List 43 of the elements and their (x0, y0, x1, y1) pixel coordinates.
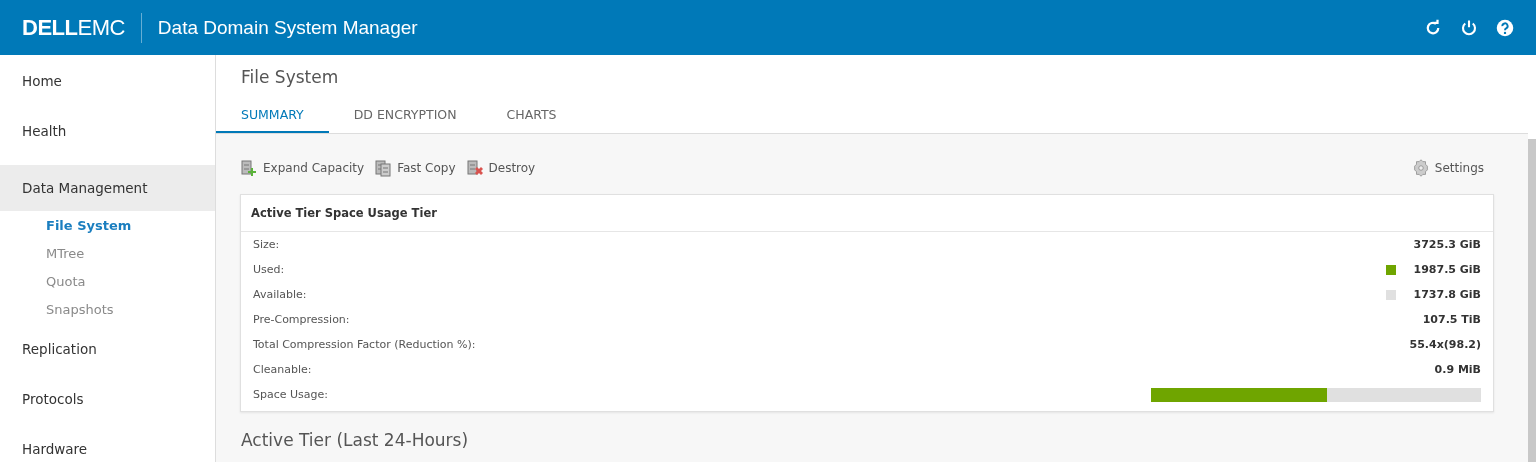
field-label: Space Usage: (253, 388, 329, 401)
page-title: File System (240, 66, 340, 89)
app-title: Data Domain System Manager (157, 16, 419, 39)
field-value: 0.9 MiB (1434, 363, 1481, 376)
refresh-button[interactable] (1424, 18, 1442, 37)
field-value: 107.5 TiB (1422, 313, 1481, 326)
sidebar-subitem[interactable]: MTree (0, 239, 215, 267)
server-plus-icon (240, 159, 258, 177)
toolbar-button[interactable]: Fast Copy (374, 159, 456, 177)
tab[interactable]: SUMMARY (216, 97, 329, 133)
settings-icon (1411, 159, 1430, 177)
tab[interactable]: DD ENCRYPTION (328, 97, 482, 133)
field-label: Size: (253, 238, 281, 251)
server-x-icon (465, 159, 484, 177)
section-title: Active Tier (Last 24-Hours) (240, 429, 470, 450)
field-label: Used: (253, 263, 286, 276)
logo: DELLEMC (22, 12, 142, 43)
tab[interactable]: CHARTS (481, 97, 582, 133)
card-title: Active Tier Space Usage Tier (241, 195, 1493, 232)
toolbar-button[interactable]: Destroy (465, 159, 536, 177)
sidebar-item[interactable]: Health (0, 109, 215, 159)
field-value: 3725.3 GiB (1413, 238, 1481, 251)
scrollbar[interactable] (1528, 139, 1536, 462)
help-button[interactable] (1496, 18, 1514, 37)
toolbar-button[interactable]: Expand Capacity (240, 159, 365, 177)
power-button[interactable] (1460, 18, 1478, 37)
sidebar-item[interactable]: Replication (0, 327, 215, 377)
field-label: Cleanable: (253, 363, 313, 376)
settings-button[interactable]: Settings (1411, 159, 1484, 177)
sidebar-item[interactable]: Protocols (0, 377, 215, 427)
servers-icon (374, 159, 393, 177)
sidebar-item[interactable]: Hardware (0, 427, 215, 462)
field-label: Available: (253, 288, 308, 301)
field-value: 1737.8 GiB (1413, 288, 1481, 301)
field-value: 55.4x(98.2) (1409, 338, 1481, 351)
sidebar-subitem[interactable]: Quota (0, 267, 215, 295)
sidebar-subitem[interactable]: File System (0, 211, 215, 239)
field-label: Pre-Compression: (253, 313, 351, 326)
sidebar-subitem[interactable]: Snapshots (0, 295, 215, 323)
field-label: Total Compression Factor (Reduction %): (253, 338, 477, 351)
sidebar-item[interactable]: Home (0, 59, 215, 109)
sidebar-item[interactable]: Data Management (0, 165, 215, 211)
field-value: 1987.5 GiB (1413, 263, 1481, 276)
